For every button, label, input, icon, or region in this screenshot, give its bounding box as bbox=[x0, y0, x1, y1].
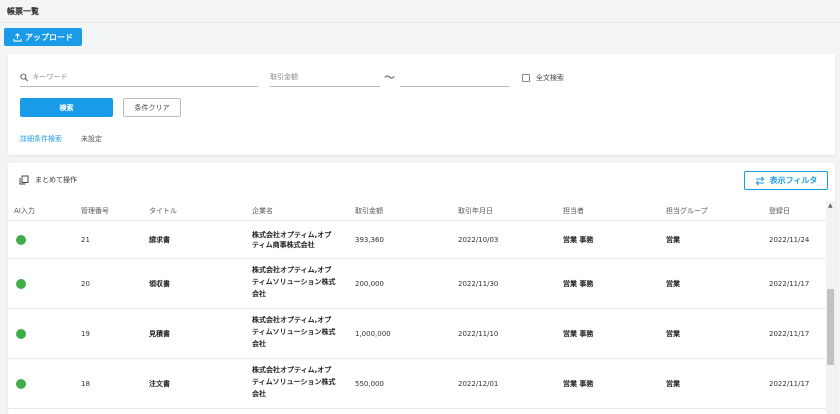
column-header-amount[interactable]: 取引金額 bbox=[355, 206, 383, 216]
cell-assignee: 営業 事務 bbox=[563, 280, 594, 288]
column-header-id[interactable]: 管理番号 bbox=[81, 206, 109, 216]
cell-amount: 1,000,000 bbox=[355, 330, 391, 338]
cell-id: 20 bbox=[81, 280, 90, 288]
column-header-company[interactable]: 企業名 bbox=[252, 206, 273, 216]
display-filter-button[interactable]: 表示フィルタ bbox=[744, 171, 828, 190]
advanced-search-link[interactable]: 詳細条件検索 bbox=[20, 134, 62, 144]
cell-registered: 2022/11/17 bbox=[769, 280, 810, 288]
cell-title: 注文書 bbox=[149, 380, 170, 388]
cell-title: 領収書 bbox=[149, 280, 170, 288]
column-header-assignee[interactable]: 担当者 bbox=[563, 206, 584, 216]
ai-status-indicator bbox=[16, 235, 26, 245]
advanced-search-status: 未設定 bbox=[81, 135, 102, 143]
cell-amount: 200,000 bbox=[355, 280, 384, 288]
cell-company-line2: ティムソリューション株式 bbox=[252, 278, 336, 286]
cell-date: 2022/12/01 bbox=[458, 380, 499, 388]
copy-icon bbox=[19, 175, 29, 185]
table-header: AI入力 管理番号 タイトル 企業名 取引金額 取引年月日 担当者 担当グループ… bbox=[8, 201, 826, 221]
cell-company-line3: 会社 bbox=[252, 290, 266, 298]
upload-button[interactable]: アップロード bbox=[4, 28, 82, 46]
cell-company-line1: 株式会社オプティム,オプ bbox=[252, 231, 332, 239]
document-table-panel: まとめて操作 表示フィルタ AI入力 管理番号 タイトル 企業名 取引金額 取引… bbox=[8, 163, 835, 414]
amount-to-input[interactable] bbox=[400, 73, 510, 81]
fulltext-checkbox[interactable] bbox=[522, 74, 530, 82]
cell-registered: 2022/11/24 bbox=[769, 236, 810, 244]
cell-id: 18 bbox=[81, 380, 90, 388]
search-panel: 〜 全文検索 検索 条件クリア 詳細条件検索 未設定 bbox=[8, 54, 835, 155]
column-header-date[interactable]: 取引年月日 bbox=[458, 206, 493, 216]
cell-registered: 2022/11/17 bbox=[769, 330, 810, 338]
cell-company-line2: ティムソリューション株式 bbox=[252, 378, 336, 386]
page-title: 帳票一覧 bbox=[7, 7, 39, 16]
scrollbar-thumb[interactable] bbox=[827, 289, 834, 365]
table-scrollbar[interactable]: ▲ bbox=[826, 201, 835, 414]
cell-assignee: 営業 事務 bbox=[563, 330, 594, 338]
cell-group: 営業 bbox=[666, 280, 680, 288]
cell-registered: 2022/11/17 bbox=[769, 380, 810, 388]
display-filter-label: 表示フィルタ bbox=[769, 176, 818, 185]
swap-arrows-icon bbox=[755, 176, 764, 185]
cell-company-line3: 会社 bbox=[252, 390, 266, 398]
cell-group: 営業 bbox=[666, 236, 680, 244]
search-button[interactable]: 検索 bbox=[20, 98, 113, 117]
upload-icon bbox=[13, 32, 22, 42]
cell-company-line3: 会社 bbox=[252, 340, 266, 348]
cell-date: 2022/11/30 bbox=[458, 280, 499, 288]
ai-status-indicator bbox=[16, 379, 26, 389]
cell-company-line2: ティム商事株式会社 bbox=[252, 241, 315, 249]
cell-title: 見積書 bbox=[149, 330, 170, 338]
ai-status-indicator bbox=[16, 279, 26, 289]
column-header-group[interactable]: 担当グループ bbox=[666, 206, 708, 216]
table-row[interactable]: 20 領収書 株式会社オプティム,オプ ティムソリューション株式 会社 200,… bbox=[8, 259, 826, 309]
cell-company-line1: 株式会社オプティム,オプ bbox=[252, 366, 332, 374]
bulk-action-label: まとめて操作 bbox=[35, 176, 77, 184]
cell-id: 19 bbox=[81, 330, 90, 338]
cell-amount: 393,360 bbox=[355, 236, 384, 244]
column-header-ai[interactable]: AI入力 bbox=[14, 206, 35, 216]
scroll-up-arrow-icon[interactable]: ▲ bbox=[828, 203, 833, 209]
upload-button-label: アップロード bbox=[25, 32, 73, 42]
column-header-title[interactable]: タイトル bbox=[149, 206, 177, 216]
cell-assignee: 営業 事務 bbox=[563, 380, 594, 388]
keyword-input[interactable] bbox=[32, 73, 258, 81]
fulltext-option[interactable]: 全文検索 bbox=[522, 73, 564, 83]
table-body: 21 請求書 株式会社オプティム,オプ ティム商事株式会社 393,360 20… bbox=[8, 221, 826, 409]
table-row[interactable]: 19 見積書 株式会社オプティム,オプ ティムソリューション株式 会社 1,00… bbox=[8, 309, 826, 359]
search-icon bbox=[20, 73, 29, 81]
header-divider bbox=[0, 22, 840, 23]
cell-group: 営業 bbox=[666, 330, 680, 338]
ai-status-indicator bbox=[16, 329, 26, 339]
column-header-registered[interactable]: 登録日 bbox=[769, 206, 790, 216]
cell-id: 21 bbox=[81, 236, 90, 244]
keyword-field bbox=[20, 68, 258, 87]
cell-date: 2022/11/10 bbox=[458, 330, 499, 338]
bulk-action-button[interactable]: まとめて操作 bbox=[19, 175, 77, 185]
cell-date: 2022/10/03 bbox=[458, 236, 499, 244]
table-row[interactable]: 21 請求書 株式会社オプティム,オプ ティム商事株式会社 393,360 20… bbox=[8, 221, 826, 259]
clear-conditions-button[interactable]: 条件クリア bbox=[123, 98, 181, 117]
cell-amount: 550,000 bbox=[355, 380, 384, 388]
cell-group: 営業 bbox=[666, 380, 680, 388]
cell-title: 請求書 bbox=[149, 236, 170, 244]
amount-from-input[interactable] bbox=[270, 73, 380, 81]
fulltext-label: 全文検索 bbox=[536, 74, 564, 82]
cell-company-line1: 株式会社オプティム,オプ bbox=[252, 316, 332, 324]
table-row[interactable]: 18 注文書 株式会社オプティム,オプ ティムソリューション株式 会社 550,… bbox=[8, 359, 826, 409]
cell-company-line2: ティムソリューション株式 bbox=[252, 328, 336, 336]
range-separator: 〜 bbox=[384, 71, 395, 84]
cell-company-line1: 株式会社オプティム,オプ bbox=[252, 266, 332, 274]
amount-from-field bbox=[270, 68, 380, 87]
cell-assignee: 営業 事務 bbox=[563, 236, 594, 244]
amount-to-field bbox=[400, 68, 510, 87]
